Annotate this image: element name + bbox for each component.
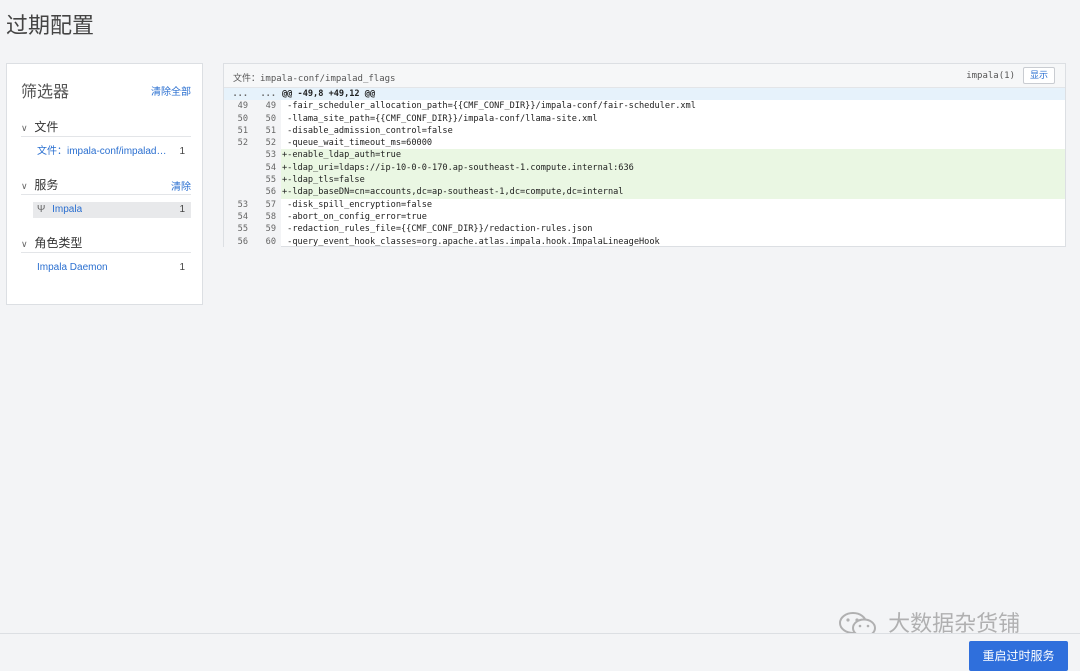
filter-item-label: Impala	[52, 204, 83, 215]
impala-service-icon: Ψ	[37, 204, 46, 215]
section-header-file[interactable]: ∨ 文件	[21, 118, 191, 137]
new-line-number: 51	[265, 125, 276, 136]
diff-line: 50 50 -llama_site_path={{CMF_CONF_DIR}}/i…	[224, 112, 1065, 125]
new-line-number: ...	[260, 89, 276, 99]
filter-item-count: 1	[179, 204, 185, 215]
filters-title: 筛选器	[21, 84, 70, 101]
line-code: -redaction_rules_file={{CMF_CONF_DIR}}/r…	[282, 224, 593, 235]
diff-line-added: 53 +-enable_ldap_auth=true	[224, 149, 1065, 162]
old-line-number: 54	[237, 211, 248, 222]
filter-item-count: 1	[179, 262, 185, 273]
new-line-number: 58	[265, 211, 276, 222]
diff-line: 49 49 -fair_scheduler_allocation_path={{C…	[224, 100, 1065, 113]
diff-file-label: 文件：impala-conf/impalad_flags	[233, 74, 396, 84]
diff-lines: ...... @@ -49,8 +49,12 @@ 49 49 -fair_sched…	[224, 88, 1065, 248]
line-code: -llama_site_path={{CMF_CONF_DIR}}/impala…	[282, 113, 598, 124]
old-line-number: 55	[237, 224, 248, 235]
clear-all-link[interactable]: 清除全部	[151, 83, 191, 98]
line-code: +-ldap_baseDN=cn=accounts,dc=ap-southeas…	[282, 187, 624, 198]
line-code: -disable_admission_control=false	[282, 125, 453, 136]
new-line-number: 60	[265, 236, 276, 247]
filter-section-file: ∨ 文件 文件：impala-conf/impalad_flags 1	[21, 118, 191, 160]
filter-item-impala-daemon[interactable]: Impala Daemon 1	[21, 260, 191, 276]
watermark: 大数据杂货铺	[838, 606, 1020, 638]
diff-line: 53 57 -disk_spill_encryption=false	[224, 198, 1065, 211]
section-header-role-type[interactable]: ∨ 角色类型	[21, 234, 191, 253]
section-title: 文件	[34, 120, 59, 134]
new-line-number: 57	[265, 199, 276, 210]
section-header-service[interactable]: ∨ 服务 清除	[21, 176, 191, 195]
line-code: @@ -49,8 +49,12 @@	[282, 89, 376, 99]
new-line-number: 59	[265, 224, 276, 235]
old-line-number: 56	[237, 236, 248, 247]
diff-line: 55 59 -redaction_rules_file={{CMF_CONF_DI…	[224, 223, 1065, 236]
diff-header: 文件：impala-conf/impalad_flags impala(1) 显…	[224, 64, 1065, 88]
new-line-number: 49	[265, 101, 276, 112]
filter-section-service: ∨ 服务 清除 Ψ Impala 1	[21, 176, 191, 218]
filter-item-label: Impala Daemon	[37, 262, 108, 273]
diff-host-label: impala(1)	[966, 71, 1015, 81]
restart-stale-services-button[interactable]: 重启过时服务	[969, 641, 1068, 671]
new-line-number: 52	[265, 138, 276, 149]
page-title: 过期配置	[6, 13, 95, 38]
filter-item-count: 1	[179, 146, 185, 157]
diff-panel: 文件：impala-conf/impalad_flags impala(1) 显…	[223, 63, 1066, 248]
section-title: 角色类型	[34, 236, 83, 250]
old-line-number: 51	[237, 125, 248, 136]
chevron-down-icon: ∨	[21, 123, 28, 133]
diff-line-added: 55 +-ldap_tls=false	[224, 174, 1065, 187]
filters-header: 筛选器 清除全部	[21, 78, 191, 101]
line-code: -disk_spill_encryption=false	[282, 199, 433, 210]
line-code: +-ldap_uri=ldaps://ip-10-0-0-170.ap-sout…	[282, 162, 634, 173]
diff-line: 54 58 -abort_on_config_error=true	[224, 210, 1065, 224]
chevron-down-icon: ∨	[21, 239, 28, 249]
new-line-number: 55	[265, 175, 276, 186]
line-code: -queue_wait_timeout_ms=60000	[282, 138, 433, 149]
new-line-number: 53	[265, 150, 276, 161]
diff-line: 51 51 -disable_admission_control=false	[224, 124, 1065, 138]
new-line-number: 54	[265, 162, 276, 173]
new-line-number: 56	[265, 187, 276, 198]
diff-hunk-header: ...... @@ -49,8 +49,12 @@	[224, 88, 1065, 101]
old-line-number: 53	[237, 199, 248, 210]
diff-line-added: 56 +-ldap_baseDN=cn=accounts,dc=ap-southe…	[224, 186, 1065, 199]
new-line-number: 50	[265, 113, 276, 124]
line-code: -abort_on_config_error=true	[282, 211, 427, 222]
footer-bar: 重启过时服务	[0, 633, 1080, 671]
old-line-number: 49	[237, 101, 248, 112]
diff-line: 56 60 -query_event_hook_classes=org.apach…	[224, 235, 1065, 248]
filter-item-label: 文件：impala-conf/impalad_flags	[37, 146, 171, 157]
diff-line-added: 54 +-ldap_uri=ldaps://ip-10-0-0-170.ap-so…	[224, 161, 1065, 175]
old-line-number: 50	[237, 113, 248, 124]
chevron-down-icon: ∨	[21, 181, 28, 191]
line-code: -query_event_hook_classes=org.apache.atl…	[282, 236, 660, 247]
filter-section-role-type: ∨ 角色类型 Impala Daemon 1	[21, 234, 191, 276]
section-title: 服务	[34, 178, 59, 192]
line-code: -fair_scheduler_allocation_path={{CMF_CO…	[282, 101, 696, 112]
filter-item-file[interactable]: 文件：impala-conf/impalad_flags 1	[21, 144, 191, 160]
show-button[interactable]: 显示	[1023, 67, 1055, 84]
old-line-number: 52	[237, 138, 248, 149]
added-line-background	[281, 174, 1065, 187]
filters-panel: 筛选器 清除全部 ∨ 文件 文件：impala-conf/impalad_fla…	[6, 63, 203, 305]
line-code: +-ldap_tls=false	[282, 175, 365, 186]
diff-line: 52 52 -queue_wait_timeout_ms=60000	[224, 137, 1065, 150]
filter-item-impala[interactable]: Ψ Impala 1	[33, 202, 191, 218]
line-code: +-enable_ldap_auth=true	[282, 150, 401, 161]
clear-service-link[interactable]: 清除	[171, 178, 191, 193]
old-line-number: ...	[232, 89, 248, 99]
